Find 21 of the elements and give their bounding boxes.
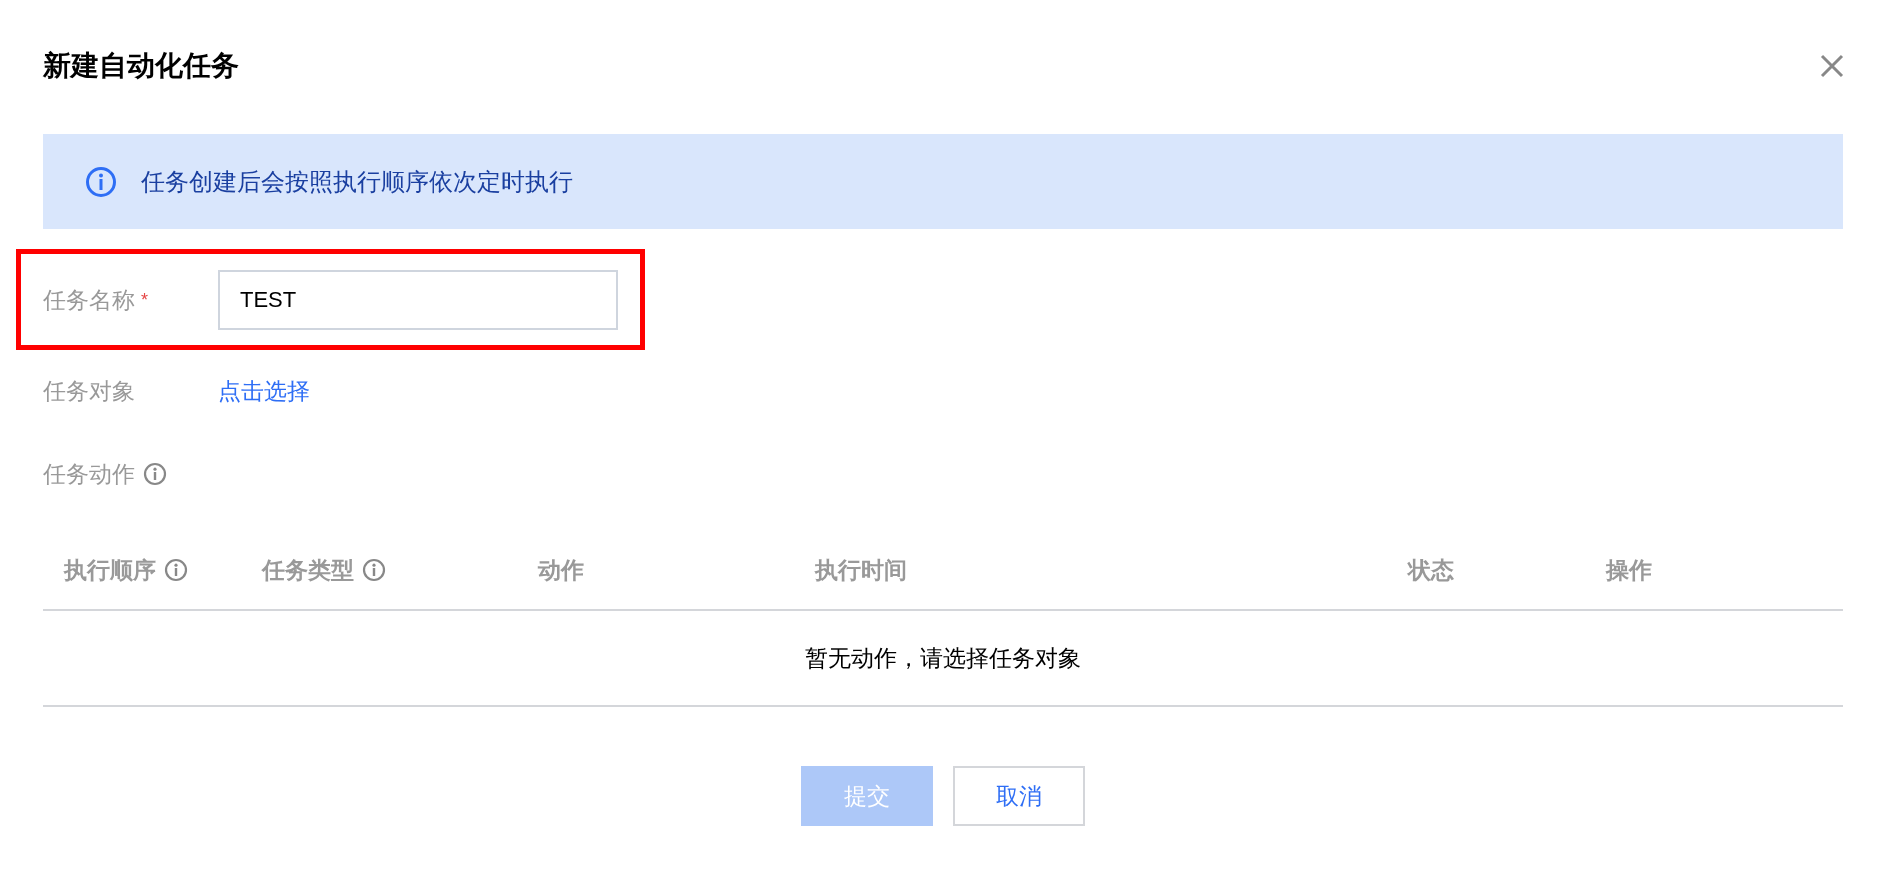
column-header: 执行顺序 [64,555,156,585]
info-icon [164,558,188,582]
column-header: 动作 [538,555,585,585]
cancel-button[interactable]: 取消 [953,766,1085,826]
info-icon [85,165,117,198]
field-label: 任务名称 [43,285,135,315]
banner-text: 任务创建后会按照执行顺序依次定时执行 [141,166,573,197]
required-mark: * [141,289,148,311]
field-label: 任务对象 [43,376,135,406]
info-icon [361,558,386,582]
column-header: 状态 [1408,555,1455,585]
column-header: 操作 [1605,555,1652,585]
field-label: 任务动作 [43,459,135,489]
select-link[interactable]: 点击选择 [218,375,310,407]
dialog-title: 新建自动化任务 [43,49,239,83]
close-icon[interactable] [1820,54,1844,78]
column-header: 执行时间 [815,555,908,585]
empty-message: 暂无动作，请选择任务对象 [805,643,1081,673]
column-header: 任务类型 [261,555,354,585]
task-name-input[interactable]: TEST [218,270,618,330]
info-icon [143,462,167,486]
